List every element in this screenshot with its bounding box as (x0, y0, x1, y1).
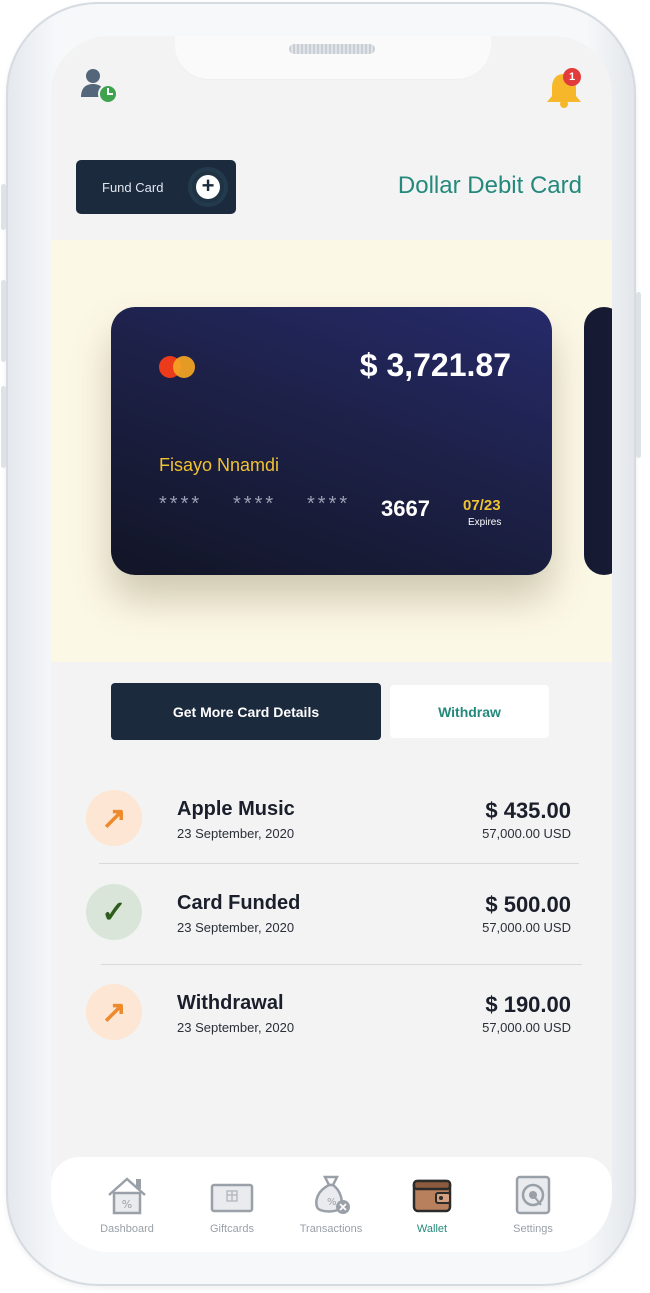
nav-label: Giftcards (209, 1223, 254, 1235)
nav-label: Transactions (299, 1223, 363, 1235)
user-clock-icon[interactable] (81, 67, 119, 105)
house-icon: % (108, 1177, 146, 1215)
nav-settings[interactable]: Settings (488, 1175, 578, 1235)
transaction-date: 23 September, 2020 (177, 826, 295, 841)
fund-card-label: Fund Card (102, 179, 164, 195)
card-expiry-label: Expires (468, 517, 502, 528)
check-icon: ✓ (86, 884, 142, 940)
divider (101, 964, 582, 965)
giftcard-icon (210, 1183, 254, 1213)
nav-label: Settings (513, 1223, 553, 1235)
transaction-usd: 57,000.00 USD (482, 920, 571, 935)
app-screen: 1 Fund Card + Dollar Debit Card $ 3,721.… (51, 36, 612, 1252)
debit-card[interactable]: $ 3,721.87 Fisayo Nnamdi **** **** **** … (111, 307, 552, 575)
nav-label: Dashboard (100, 1223, 154, 1235)
mute-switch (1, 184, 6, 230)
nav-label: Wallet (416, 1223, 448, 1235)
volume-up-button (1, 280, 6, 362)
money-bag-icon: % (315, 1175, 350, 1214)
card-holder-name: Fisayo Nnamdi (159, 455, 280, 475)
card-last-four: 3667 (381, 496, 430, 521)
withdraw-button[interactable]: Withdraw (390, 685, 549, 738)
wallet-icon (412, 1179, 452, 1213)
card-balance: $ 3,721.87 (359, 347, 511, 383)
mastercard-logo-icon (159, 356, 195, 378)
transaction-name: Apple Music (177, 798, 295, 820)
svg-text:%: % (327, 1197, 337, 1208)
nav-giftcards[interactable]: Giftcards (187, 1175, 277, 1235)
arrow-up-right-icon: ↗ (86, 790, 142, 846)
transaction-row[interactable]: ↗ Apple Music 23 September, 2020 $ 435.0… (51, 776, 612, 856)
transaction-amount: $ 435.00 (485, 798, 571, 823)
svg-text:%: % (122, 1198, 132, 1211)
card-details-button[interactable]: Get More Card Details (111, 683, 381, 740)
nav-transactions[interactable]: % Transactions (286, 1175, 376, 1235)
card-expiry: 07/23 (463, 497, 501, 514)
notch (175, 36, 491, 80)
bottom-nav: % Dashboard Giftcards % Transactions Wal… (51, 1157, 612, 1252)
nav-dashboard[interactable]: % Dashboard (82, 1175, 172, 1235)
volume-down-button (1, 386, 6, 468)
transaction-amount: $ 190.00 (485, 992, 571, 1017)
fund-card-button[interactable]: Fund Card + (76, 160, 236, 214)
speaker-grille (289, 44, 375, 54)
card-mask-group: **** (159, 493, 203, 515)
transaction-amount: $ 500.00 (485, 892, 571, 917)
phone-frame: 1 Fund Card + Dollar Debit Card $ 3,721.… (1, 2, 641, 1286)
transaction-row[interactable]: ✓ Card Funded 23 September, 2020 $ 500.0… (51, 870, 612, 950)
next-card-peek[interactable] (584, 307, 612, 575)
transaction-date: 23 September, 2020 (177, 1020, 295, 1035)
transaction-date: 23 September, 2020 (177, 920, 295, 935)
transaction-usd: 57,000.00 USD (482, 826, 571, 841)
card-mask-group: **** (307, 493, 351, 515)
power-button (636, 292, 641, 458)
transaction-row[interactable]: ↗ Withdrawal 23 September, 2020 $ 190.00… (51, 970, 612, 1050)
card-mask-group: **** (233, 493, 277, 515)
nav-wallet[interactable]: Wallet (387, 1175, 477, 1235)
plus-icon: + (192, 171, 224, 203)
transaction-name: Card Funded (177, 892, 301, 914)
transaction-name: Withdrawal (177, 992, 284, 1014)
settings-icon (515, 1175, 551, 1215)
divider (99, 863, 579, 864)
arrow-up-right-icon: ↗ (86, 984, 142, 1040)
transaction-usd: 57,000.00 USD (482, 1020, 571, 1035)
page-title: Dollar Debit Card (397, 172, 582, 199)
notification-badge: 1 (563, 68, 581, 86)
